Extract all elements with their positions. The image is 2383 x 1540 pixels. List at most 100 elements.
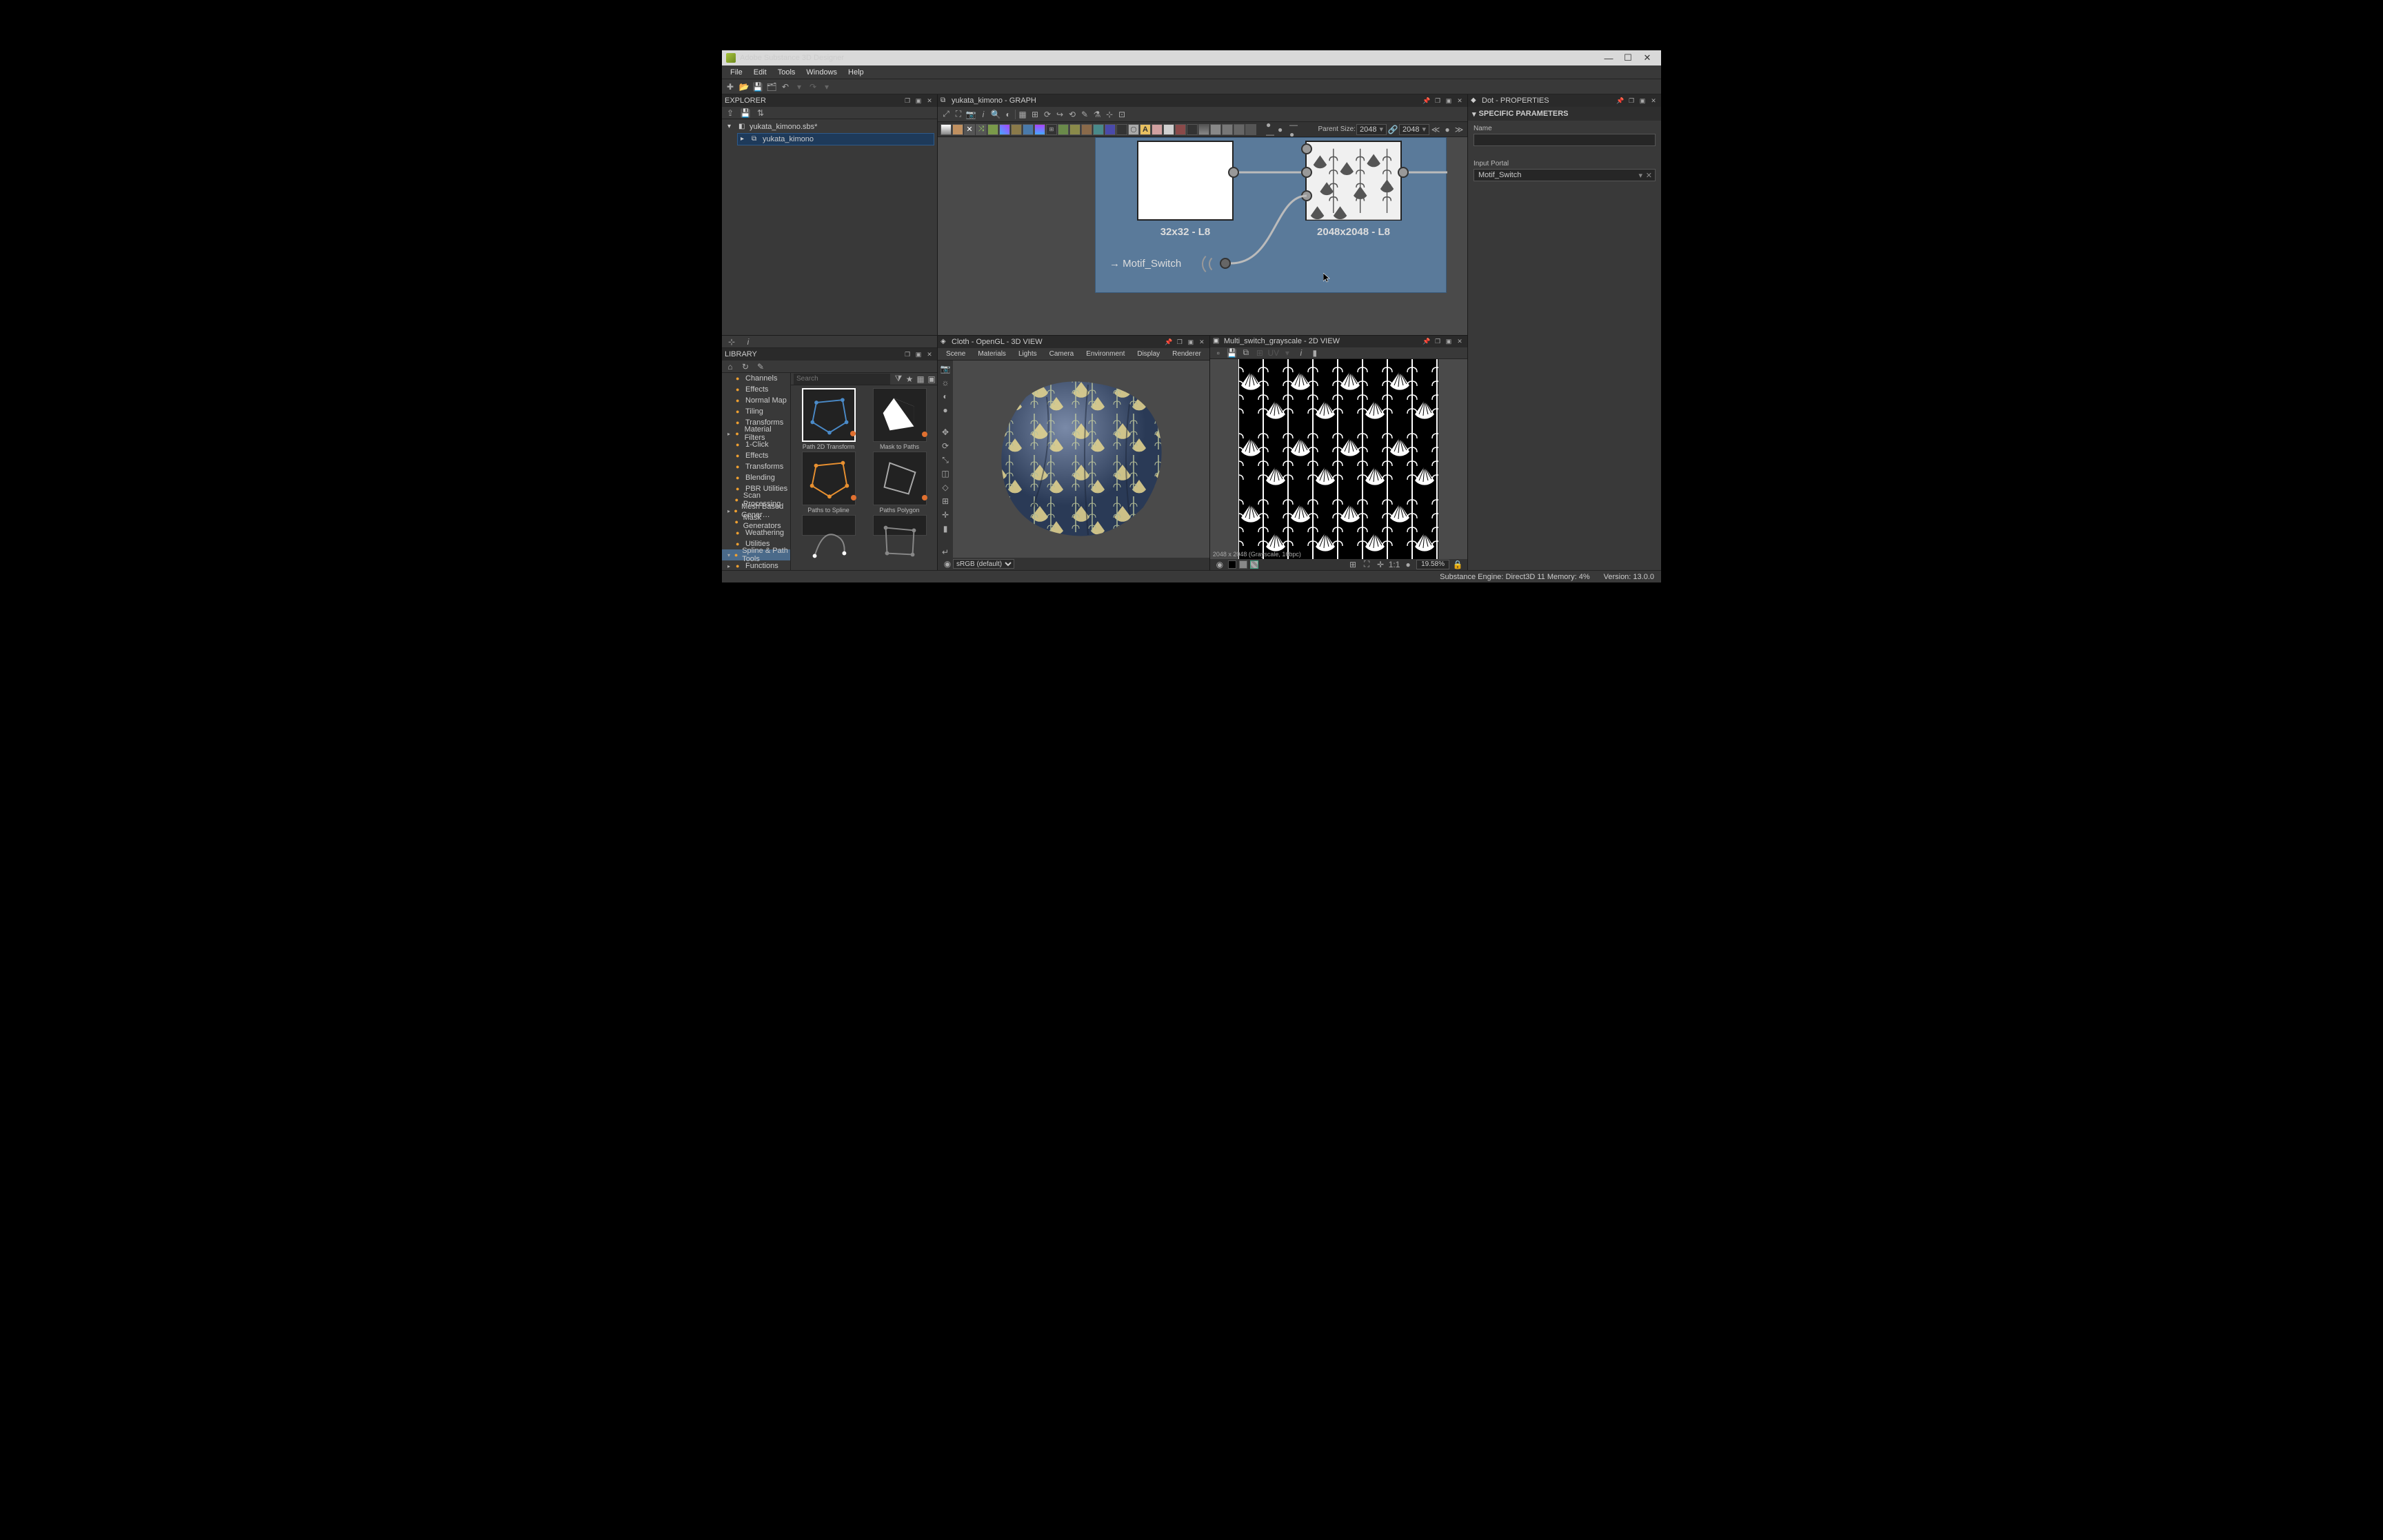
window-maximize-button[interactable]: ☐ (1618, 52, 1638, 63)
grid-icon[interactable]: ⊞ (940, 496, 951, 507)
tool-icon[interactable]: ⊹ (726, 336, 737, 347)
menu-help[interactable]: Help (843, 67, 869, 78)
grid-large-icon[interactable]: ▣ (926, 374, 937, 385)
atomic-o-icon[interactable] (1081, 124, 1092, 135)
library-category[interactable]: ●Normal Map (722, 395, 790, 406)
panel-restore-icon[interactable]: ❐ (903, 351, 912, 358)
atomic-bitmap-icon[interactable] (952, 124, 963, 135)
atomic-p-icon[interactable] (1152, 124, 1163, 135)
port-multi-icon[interactable]: —● (1289, 124, 1300, 135)
panel-restore-icon[interactable]: ❐ (1627, 97, 1636, 105)
atomic-green-icon[interactable] (987, 124, 998, 135)
sort-icon[interactable]: ⇅ (755, 108, 766, 119)
panel-close-icon[interactable]: ✕ (1455, 338, 1465, 345)
view3d-menu-item[interactable]: Materials (972, 350, 1012, 358)
colorspace-select[interactable]: sRGB (default) (953, 559, 1014, 569)
library-thumb[interactable]: Mask to Paths (865, 388, 934, 450)
atomic-dot-icon[interactable] (1116, 124, 1127, 135)
bg-black-icon[interactable] (1228, 560, 1236, 569)
camera-icon[interactable]: 📷 (965, 109, 976, 120)
tile-icon[interactable]: ⊞ (1347, 559, 1358, 570)
env-icon[interactable]: ◐ (940, 391, 951, 402)
parent-size-h[interactable]: 2048 (1402, 125, 1419, 134)
undo-icon[interactable]: ↶ (780, 81, 791, 92)
histogram-icon[interactable]: ▮ (1309, 347, 1320, 358)
library-category[interactable]: ●Effects (722, 384, 790, 395)
zoom-value[interactable]: 19.58% (1416, 560, 1449, 569)
library-category[interactable]: ●Weathering (722, 527, 790, 538)
library-thumb[interactable]: Paths to Spline (794, 452, 863, 514)
atomic-gr-icon[interactable] (1198, 124, 1209, 135)
panel-restore-icon[interactable]: ❐ (1175, 338, 1185, 346)
cube-icon[interactable]: ◫ (940, 468, 951, 479)
actual-icon[interactable]: 1:1 (1389, 559, 1400, 570)
save-icon[interactable]: 💾 (740, 108, 751, 119)
menu-windows[interactable]: Windows (801, 67, 843, 78)
library-thumb[interactable] (794, 515, 863, 536)
pin-icon[interactable]: ⊹ (1104, 109, 1115, 120)
atomic-node-icon[interactable] (941, 124, 952, 135)
window-minimize-button[interactable]: — (1599, 53, 1618, 63)
library-category[interactable]: ▸●Material Filters (722, 428, 790, 439)
open-icon[interactable]: 📂 (738, 81, 750, 92)
save-icon[interactable]: 💾 (1227, 347, 1238, 358)
view3d-menu-item[interactable]: Camera (1044, 350, 1080, 358)
uv-icon[interactable]: ⊞ (1254, 347, 1265, 358)
axis-icon[interactable]: ✛ (940, 509, 951, 520)
library-thumb[interactable] (865, 515, 934, 536)
save-icon[interactable]: 💾 (752, 81, 763, 92)
grid-small-icon[interactable]: ▦ (915, 374, 926, 385)
home-icon[interactable]: ⌂ (725, 361, 736, 372)
view3d-menu-item[interactable]: Display (1132, 350, 1165, 358)
atomic-svg-icon[interactable]: ✕ (964, 124, 975, 135)
tree-package[interactable]: ▾ ◧ yukata_kimono.sbs* (725, 121, 934, 133)
atomic-r-icon[interactable] (1175, 124, 1186, 135)
info-icon[interactable]: i (1296, 347, 1307, 358)
port-single-icon[interactable]: ●— (1266, 124, 1277, 135)
panel-close-icon[interactable]: ✕ (1649, 97, 1658, 105)
library-category[interactable]: ●Tiling (722, 406, 790, 417)
more-right-icon[interactable]: ≫ (1454, 124, 1465, 135)
atomic-g5-icon[interactable] (1234, 124, 1245, 135)
reset-icon[interactable]: ↵ (940, 547, 951, 558)
pin-icon[interactable]: 📌 (1164, 338, 1174, 346)
panel-max-icon[interactable]: ▣ (1186, 338, 1196, 346)
library-category[interactable]: ●Transforms (722, 461, 790, 472)
library-category[interactable]: ▾●Spline & Path Tools (722, 549, 790, 560)
view3d-menu-item[interactable]: Scene (941, 350, 971, 358)
info-icon[interactable]: i (978, 109, 989, 120)
atomic-k-icon[interactable] (1187, 124, 1198, 135)
view3d-canvas[interactable] (953, 361, 1209, 558)
dot-icon[interactable]: ● (1442, 124, 1453, 135)
view3d-menu-item[interactable]: Environment (1080, 350, 1130, 358)
move-icon[interactable]: ✥ (940, 427, 951, 438)
library-category[interactable]: ●Channels (722, 373, 790, 384)
panel-close-icon[interactable]: ✕ (1197, 338, 1207, 346)
panel-restore-icon[interactable]: ❐ (1433, 338, 1442, 345)
view3d-menu-item[interactable]: Renderer (1167, 350, 1207, 358)
library-category[interactable]: ●Mask Generators (722, 516, 790, 527)
atomic-shuffle-icon[interactable]: ⤨ (976, 124, 987, 135)
scale-icon[interactable]: ⤡ (940, 454, 951, 465)
view2d-canvas[interactable]: 2048 x 2048 (Grayscale, 16bpc) (1210, 359, 1467, 559)
library-category[interactable]: ●Blending (722, 472, 790, 483)
library-search-input[interactable] (794, 374, 890, 385)
atomic-b2-icon[interactable] (1105, 124, 1116, 135)
parent-size-w[interactable]: 2048 (1360, 125, 1376, 134)
menu-edit[interactable]: Edit (748, 67, 772, 78)
panel-max-icon[interactable]: ▣ (914, 351, 923, 358)
lock-icon[interactable]: 🔒 (1452, 559, 1463, 570)
bg-gray-icon[interactable] (1239, 560, 1247, 569)
graph-canvas[interactable]: 32x32 - L8 2048x2048 - L8 → Motif_Switch (938, 137, 1467, 335)
info-icon[interactable]: i (743, 336, 754, 347)
panel-max-icon[interactable]: ▣ (1444, 338, 1454, 345)
wire-icon[interactable]: ◇ (940, 482, 951, 493)
library-thumb[interactable]: Paths Polygon (865, 452, 934, 514)
window-close-button[interactable]: ✕ (1638, 52, 1657, 63)
refresh-icon[interactable]: ↻ (740, 361, 751, 372)
panel-max-icon[interactable]: ▣ (1444, 97, 1454, 105)
port-dot-icon[interactable]: —●— (1278, 124, 1289, 135)
tree-graph[interactable]: ▸ ⧉ yukata_kimono (737, 133, 934, 145)
dot-icon[interactable]: ● (1402, 559, 1414, 570)
undo-dropdown-icon[interactable]: ▾ (794, 81, 805, 92)
